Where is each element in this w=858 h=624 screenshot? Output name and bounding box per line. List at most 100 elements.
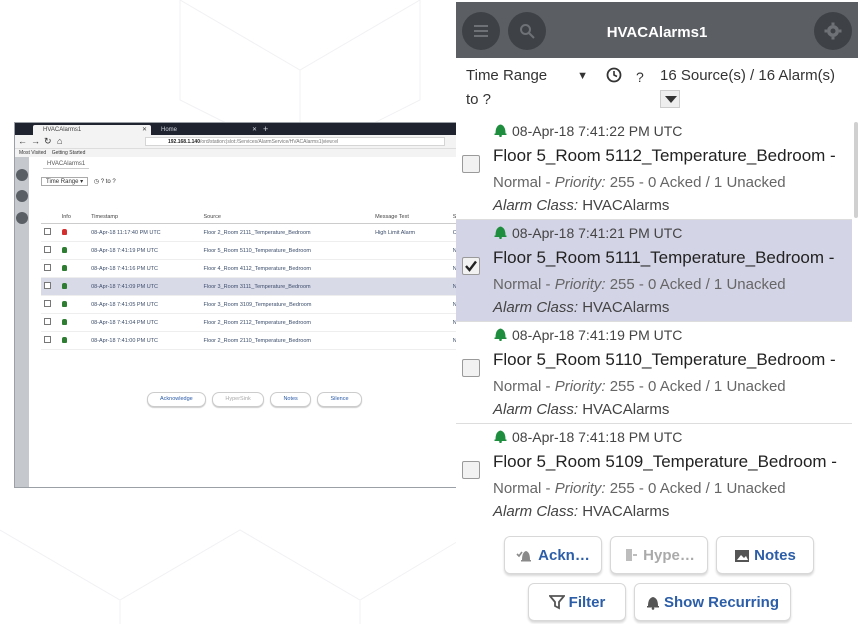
notes-button[interactable]: Notes: [716, 536, 814, 574]
table-row[interactable]: 08-Apr-18 7:41:16 PM UTC Floor 4_Room 411…: [41, 259, 460, 278]
settings-button[interactable]: [814, 12, 852, 50]
show-recurring-button[interactable]: Show Recurring: [634, 583, 791, 621]
desktop-browser-screenshot: HVACAlarms1 ✕ Home ✕ + ← → ↻ ⌂ 192.168.1.1…: [14, 122, 461, 488]
alarm-checkbox[interactable]: [462, 359, 480, 377]
mobile-alarm-console: HVACAlarms1 Time Range ▼ ? 16 Source(s) …: [456, 0, 858, 624]
bookmark-most-visited[interactable]: Most Visited: [19, 150, 46, 156]
priority-value: 255 - 0 Acked / 1 Unacked: [609, 378, 786, 395]
alarm-time-text: 08-Apr-18 7:41:22 PM UTC: [512, 123, 683, 139]
filter-button[interactable]: Filter: [528, 583, 626, 621]
alarm-class-label: Alarm Class:: [493, 299, 579, 316]
alarm-status: Normal - Priority: 255 - 0 Acked / 1 Una…: [493, 174, 786, 191]
bell-icon: [61, 264, 67, 271]
alarm-checkbox[interactable]: [462, 461, 480, 479]
hyperlink-button[interactable]: Hype…: [610, 536, 708, 574]
hyperlink-button[interactable]: HyperSink: [212, 392, 264, 407]
time-range-select[interactable]: Time Range ▼: [466, 67, 588, 89]
row-checkbox[interactable]: [44, 336, 51, 343]
browser-tab-hvacalarms[interactable]: HVACAlarms1 ✕: [33, 125, 151, 135]
notes-icon: [735, 550, 750, 562]
cell-message-text: [372, 295, 450, 314]
alarm-class: Alarm Class: HVACAlarms: [493, 197, 669, 214]
bell-icon: [494, 430, 507, 443]
clock-icon[interactable]: [606, 67, 622, 83]
bookmark-getting-started[interactable]: Getting Started: [52, 150, 86, 156]
priority-label: Priority:: [554, 276, 606, 293]
cell-timestamp: 08-Apr-18 11:17:40 PM UTC: [88, 223, 201, 242]
bell-icon: [61, 228, 67, 235]
clock-icon[interactable]: ◷: [94, 179, 99, 185]
forward-icon[interactable]: →: [31, 136, 40, 146]
alarm-list-item[interactable]: 08-Apr-18 7:41:19 PM UTC Floor 5_Room 511…: [456, 322, 852, 424]
browser-tab-home[interactable]: Home ✕: [151, 125, 261, 135]
desktop-action-buttons: Acknowledge HyperSink Notes Silence: [147, 392, 367, 407]
acknowledge-button[interactable]: Acknowledge: [147, 392, 206, 407]
bell-icon: [494, 328, 507, 341]
cell-timestamp: 08-Apr-18 7:41:05 PM UTC: [88, 295, 201, 314]
alarm-list-item[interactable]: 08-Apr-18 7:41:22 PM UTC Floor 5_Room 511…: [456, 118, 852, 220]
menu-icon[interactable]: [16, 169, 28, 181]
search-button[interactable]: [508, 12, 546, 50]
new-tab-icon[interactable]: +: [263, 124, 268, 134]
home-icon[interactable]: ⌂: [57, 136, 62, 146]
alarm-time-text: 08-Apr-18 7:41:18 PM UTC: [512, 429, 683, 445]
row-checkbox[interactable]: [44, 228, 51, 235]
column-header-source[interactable]: Source: [200, 210, 373, 224]
alarm-time-text: 08-Apr-18 7:41:21 PM UTC: [512, 225, 683, 241]
cell-message-text: [372, 313, 450, 332]
time-range-select[interactable]: Time Range ▾: [41, 177, 89, 186]
alarm-source: Floor 5_Room 5112_Temperature_Bedroom -: [493, 146, 836, 165]
row-checkbox[interactable]: [44, 282, 51, 289]
priority-value: 255 - 0 Acked / 1 Unacked: [609, 276, 786, 293]
filter-bar: Time Range ▼ ? 16 Source(s) / 16 Alarm(s…: [456, 58, 858, 116]
bell-icon: [61, 246, 67, 253]
alarm-list-item[interactable]: 08-Apr-18 7:41:21 PM UTC Floor 5_Room 511…: [456, 220, 852, 322]
row-checkbox[interactable]: [44, 246, 51, 253]
acknowledge-bell-icon: [516, 551, 532, 562]
alarm-list-item[interactable]: 08-Apr-18 7:41:18 PM UTC Floor 5_Room 510…: [456, 424, 852, 525]
settings-icon[interactable]: [16, 212, 28, 224]
row-checkbox[interactable]: [44, 318, 51, 325]
back-icon[interactable]: ←: [18, 136, 27, 146]
alarm-time-text: 08-Apr-18 7:41:19 PM UTC: [512, 327, 683, 343]
alarm-checkbox[interactable]: [462, 257, 480, 275]
notes-button[interactable]: Notes: [270, 392, 311, 407]
acknowledge-button[interactable]: Ackn…: [504, 536, 602, 574]
reload-icon[interactable]: ↻: [44, 136, 52, 147]
count-dropdown-button[interactable]: [660, 90, 680, 108]
column-header-message-text[interactable]: Message Text: [372, 210, 450, 224]
table-row[interactable]: 08-Apr-18 7:41:00 PM UTC Floor 2_Room 211…: [41, 331, 460, 350]
table-row[interactable]: 08-Apr-18 7:41:19 PM UTC Floor 5_Room 511…: [41, 241, 460, 260]
browser-address-bar: ← → ↻ ⌂ 192.168.1.140/ord/station:|slot:…: [15, 135, 460, 149]
alarm-state: Normal: [493, 378, 542, 395]
cell-source: Floor 2_Room 2111_Temperature_Bedroom: [200, 223, 373, 242]
column-header-timestamp[interactable]: Timestamp: [88, 210, 201, 224]
table-row[interactable]: 08-Apr-18 11:17:40 PM UTC Floor 2_Room 21…: [41, 223, 460, 242]
filter-icon: [548, 595, 565, 610]
silence-button[interactable]: Silence: [317, 392, 362, 407]
close-icon[interactable]: ✕: [252, 125, 257, 135]
priority-label: Priority:: [554, 480, 606, 497]
table-row[interactable]: 08-Apr-18 7:41:04 PM UTC Floor 2_Room 211…: [41, 313, 460, 332]
table-row[interactable]: 08-Apr-18 7:41:05 PM UTC Floor 3_Room 310…: [41, 295, 460, 314]
search-icon[interactable]: [16, 190, 28, 202]
scrollbar[interactable]: [854, 122, 858, 218]
table-row[interactable]: 08-Apr-18 7:41:09 PM UTC Floor 3_Room 311…: [41, 277, 460, 296]
cell-message-text: [372, 331, 450, 350]
alarm-timestamp: 08-Apr-18 7:41:22 PM UTC: [494, 122, 682, 139]
left-toolbar: [15, 157, 29, 487]
settings-icon: [824, 22, 842, 40]
browser-tab-bar: HVACAlarms1 ✕ Home ✕ +: [15, 123, 460, 135]
row-checkbox[interactable]: [44, 300, 51, 307]
alarm-table: Info Timestamp Source Message Text So 08…: [41, 210, 460, 350]
column-header-info[interactable]: Info: [58, 210, 89, 224]
cell-message-text: [372, 259, 450, 278]
menu-button[interactable]: [462, 12, 500, 50]
close-icon[interactable]: ✕: [142, 125, 147, 135]
cell-timestamp: 08-Apr-18 7:41:16 PM UTC: [88, 259, 201, 278]
url-field[interactable]: 192.168.1.140/ord/station:|slot:/Service…: [145, 137, 445, 146]
alarm-checkbox[interactable]: [462, 155, 480, 173]
alarm-list: 08-Apr-18 7:41:22 PM UTC Floor 5_Room 511…: [456, 118, 858, 525]
alarm-class-value: HVACAlarms: [582, 299, 670, 316]
row-checkbox[interactable]: [44, 264, 51, 271]
